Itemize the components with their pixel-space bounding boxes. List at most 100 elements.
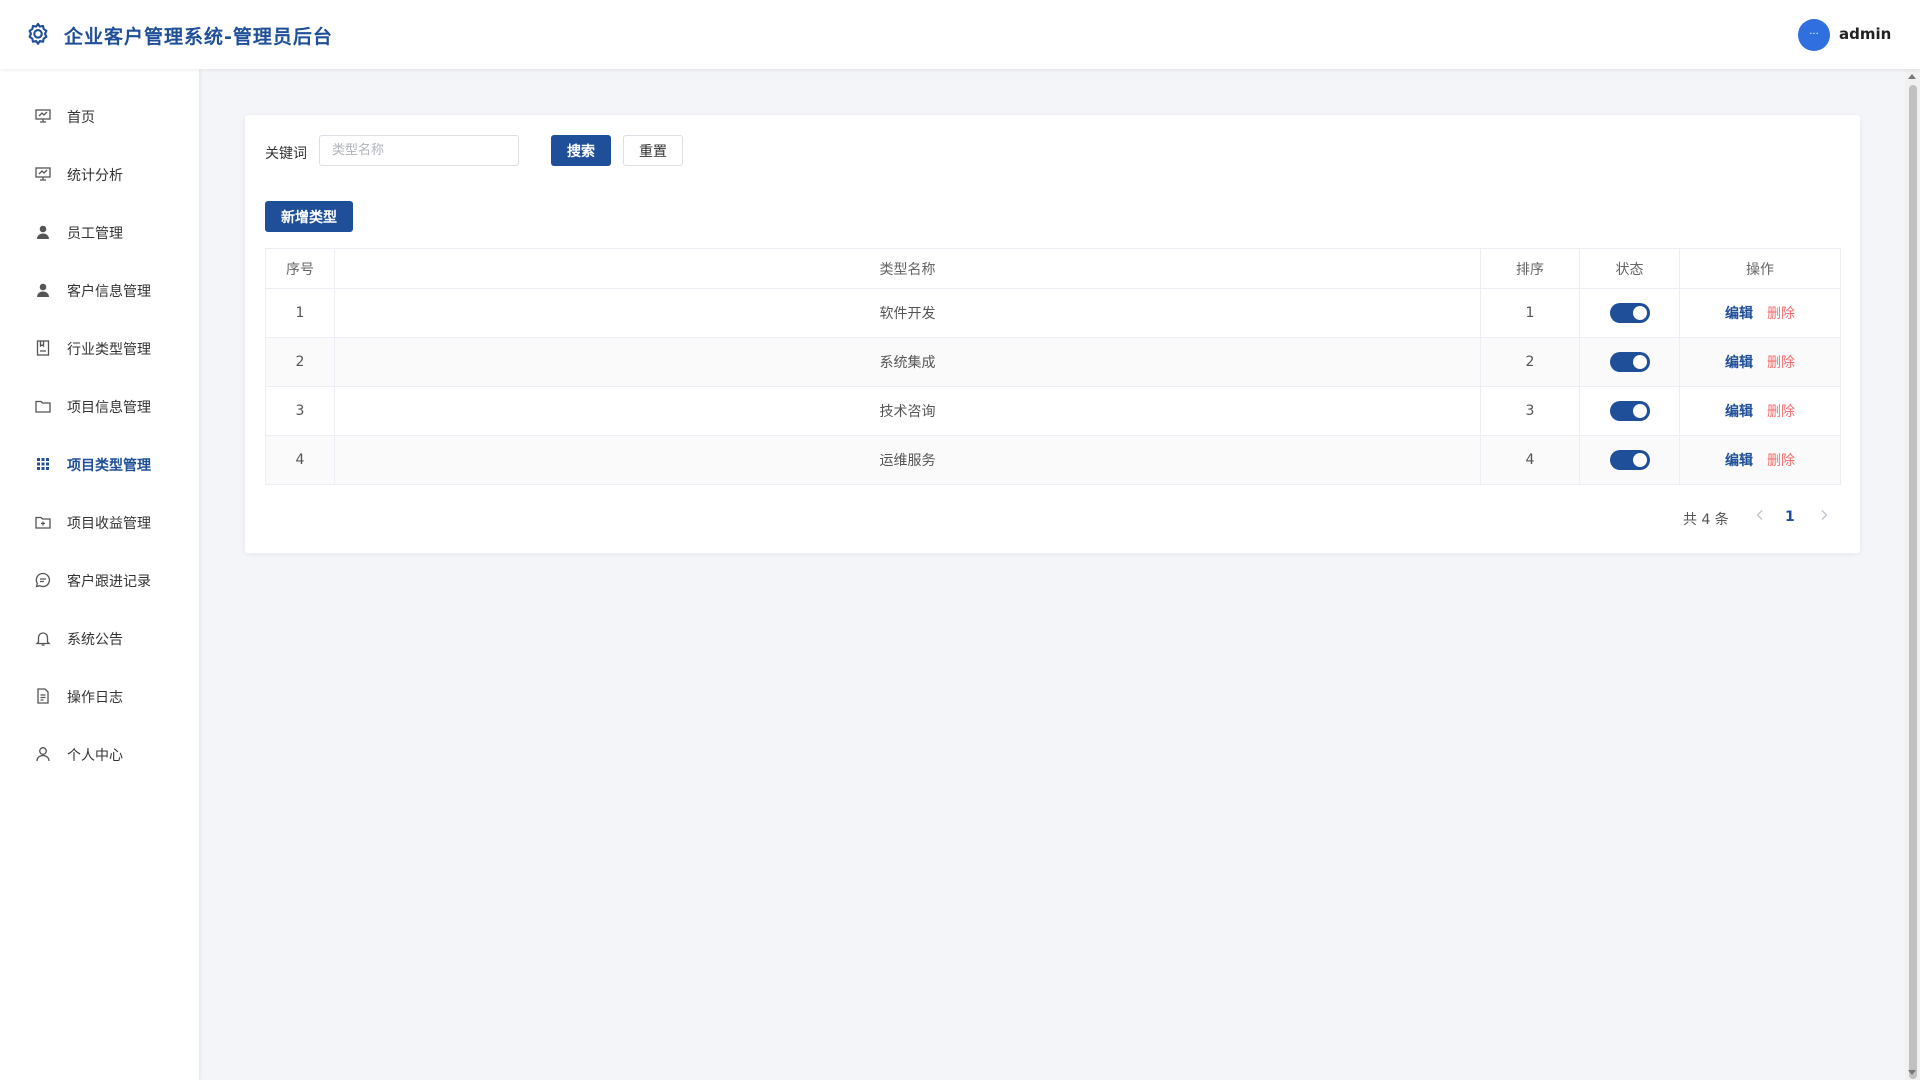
toggle-knob xyxy=(1632,306,1647,320)
document-icon xyxy=(34,687,52,705)
status-toggle[interactable] xyxy=(1609,352,1650,372)
edit-link[interactable]: 编辑 xyxy=(1725,404,1753,420)
grid-icon xyxy=(34,455,52,473)
user-outline-icon xyxy=(34,745,52,763)
user-filled-icon xyxy=(34,223,52,241)
avatar-text: ··· xyxy=(1809,29,1819,40)
project-type-table: 序号 类型名称 排序 状态 操作 1 软件开发 1 编辑删除 2 系统集成 2 xyxy=(265,248,1841,485)
cell-sort: 1 xyxy=(1480,288,1580,338)
search-button[interactable]: 搜索 xyxy=(551,135,611,166)
app-title: 企业客户管理系统-管理员后台 xyxy=(64,26,333,48)
toggle-knob xyxy=(1632,404,1647,418)
cell-actions: 编辑 删除 xyxy=(1679,386,1841,436)
sidebar-item-label: 个人中心 xyxy=(67,748,123,764)
user-name[interactable]: admin xyxy=(1839,25,1891,43)
edit-link[interactable]: 编辑 xyxy=(1725,306,1753,322)
status-toggle[interactable] xyxy=(1609,450,1650,470)
sidebar-item-label: 项目信息管理 xyxy=(67,400,151,416)
sidebar-item-label: 员工管理 xyxy=(67,226,123,242)
toggle-knob xyxy=(1632,355,1647,369)
sidebar-item-project-revenue[interactable]: 项目收益管理 xyxy=(0,500,199,544)
column-header-actions: 操作 xyxy=(1679,248,1841,289)
table-row: 4 运维服务 4 编辑 删除 xyxy=(265,435,1841,485)
status-toggle[interactable] xyxy=(1609,401,1650,421)
cell-index: 1 xyxy=(265,288,335,338)
delete-link[interactable]: 删除 xyxy=(1767,453,1795,469)
sidebar-item-label: 首页 xyxy=(67,110,95,126)
sidebar-item-industry-types[interactable]: 行业类型管理 xyxy=(0,326,199,370)
sidebar: 首页 统计分析 员工管理 客户信息管理 行业类型管理 项目信息管理 项目类型管理… xyxy=(0,69,199,1080)
cell-index: 2 xyxy=(265,337,335,387)
add-type-button[interactable]: 新增类型 xyxy=(265,201,353,232)
user-filled-icon xyxy=(34,281,52,299)
sidebar-item-label: 项目收益管理 xyxy=(67,516,151,532)
sidebar-item-label: 项目类型管理 xyxy=(67,458,151,474)
chevron-left-icon[interactable] xyxy=(1752,507,1768,523)
sidebar-item-follow-up[interactable]: 客户跟进记录 xyxy=(0,558,199,602)
column-header-status: 状态 xyxy=(1579,248,1680,289)
cell-type-name: 系统集成 xyxy=(334,337,1481,387)
delete-link[interactable]: 删除 xyxy=(1767,306,1795,322)
sidebar-item-project-types[interactable]: 项目类型管理 xyxy=(0,442,199,486)
pagination-total: 共 4 条 xyxy=(1683,512,1729,528)
pagination-page-current[interactable]: 1 xyxy=(1785,509,1795,525)
sidebar-item-operation-log[interactable]: 操作日志 xyxy=(0,674,199,718)
sidebar-item-label: 系统公告 xyxy=(67,632,123,648)
chat-icon xyxy=(34,571,52,589)
presentation-icon xyxy=(34,165,52,183)
table-row: 1 软件开发 1 编辑 删除 xyxy=(265,288,1841,338)
sidebar-item-label: 客户信息管理 xyxy=(67,284,151,300)
sidebar-item-home[interactable]: 首页 xyxy=(0,94,199,138)
cell-actions: 编辑 删除 xyxy=(1679,288,1841,338)
notebook-icon xyxy=(34,339,52,357)
toggle-knob xyxy=(1632,453,1647,467)
table-row: 3 技术咨询 3 编辑 删除 xyxy=(265,386,1841,436)
sidebar-item-customers[interactable]: 客户信息管理 xyxy=(0,268,199,312)
table-row: 2 系统集成 2 编辑 删除 xyxy=(265,337,1841,387)
cell-status xyxy=(1579,435,1680,485)
delete-link[interactable]: 删除 xyxy=(1767,355,1795,371)
column-header-sort: 排序 xyxy=(1480,248,1580,289)
top-bar: 企业客户管理系统-管理员后台 ··· admin xyxy=(0,0,1920,69)
avatar[interactable]: ··· xyxy=(1798,19,1830,51)
scrollbar-thumb[interactable] xyxy=(1909,85,1917,1079)
gear-icon xyxy=(24,21,52,49)
chevron-right-icon[interactable] xyxy=(1816,507,1832,523)
content-card: 关键词 搜索 重置 新增类型 序号 类型名称 排序 状态 操作 1 软件开发 1 xyxy=(245,115,1860,553)
cell-type-name: 技术咨询 xyxy=(334,386,1481,436)
sidebar-item-employees[interactable]: 员工管理 xyxy=(0,210,199,254)
column-header-name: 类型名称 xyxy=(334,248,1481,289)
folder-icon xyxy=(34,397,52,415)
presentation-icon xyxy=(34,107,52,125)
cell-actions: 编辑 删除 xyxy=(1679,435,1841,485)
scroll-up-arrow-icon[interactable] xyxy=(1908,74,1916,79)
cell-actions: 编辑 删除 xyxy=(1679,337,1841,387)
reset-button[interactable]: 重置 xyxy=(623,135,683,166)
sidebar-item-statistics[interactable]: 统计分析 xyxy=(0,152,199,196)
cell-status xyxy=(1579,386,1680,436)
bell-icon xyxy=(34,629,52,647)
sidebar-item-profile[interactable]: 个人中心 xyxy=(0,732,199,776)
edit-link[interactable]: 编辑 xyxy=(1725,355,1753,371)
delete-link[interactable]: 删除 xyxy=(1767,404,1795,420)
scroll-down-arrow-icon[interactable] xyxy=(1908,1070,1916,1075)
cell-type-name: 运维服务 xyxy=(334,435,1481,485)
cell-index: 3 xyxy=(265,386,335,436)
sidebar-item-label: 行业类型管理 xyxy=(67,342,151,358)
cell-sort: 3 xyxy=(1480,386,1580,436)
edit-link[interactable]: 编辑 xyxy=(1725,453,1753,469)
cell-sort: 2 xyxy=(1480,337,1580,387)
sidebar-item-announcements[interactable]: 系统公告 xyxy=(0,616,199,660)
keyword-input[interactable] xyxy=(319,135,519,166)
sidebar-item-label: 客户跟进记录 xyxy=(67,574,151,590)
scrollbar[interactable] xyxy=(1905,69,1920,1080)
sidebar-item-label: 统计分析 xyxy=(67,168,123,184)
folder-add-icon xyxy=(34,513,52,531)
cell-type-name: 软件开发 xyxy=(334,288,1481,338)
status-toggle[interactable] xyxy=(1609,303,1650,323)
sidebar-item-projects[interactable]: 项目信息管理 xyxy=(0,384,199,428)
sidebar-item-label: 操作日志 xyxy=(67,690,123,706)
keyword-label: 关键词 xyxy=(265,146,307,162)
cell-status xyxy=(1579,337,1680,387)
cell-status xyxy=(1579,288,1680,338)
